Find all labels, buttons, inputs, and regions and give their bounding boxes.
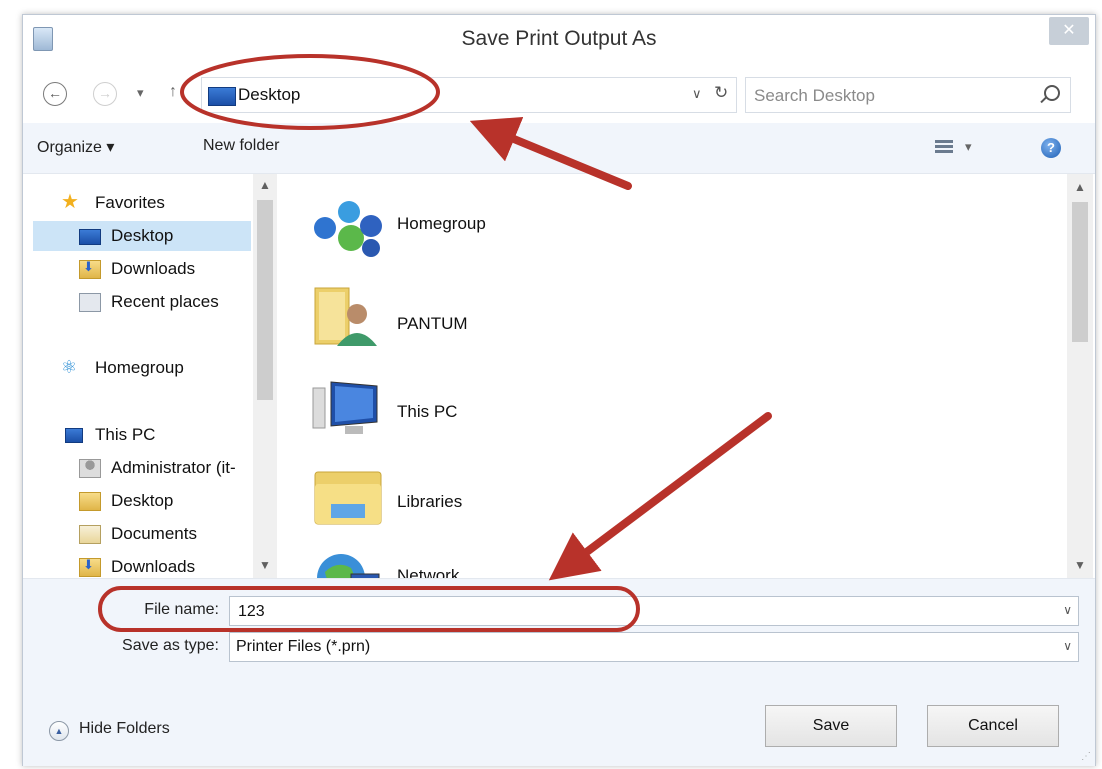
chevron-down-icon[interactable]: ∨ [1063,603,1072,617]
sidebar-item-label: Desktop [111,226,174,245]
command-toolbar: Organize ▾ New folder ▾ ? [23,123,1095,174]
save-dialog: Save Print Output As ✕ ← → ▾ ↑ Desktop ∨… [22,14,1096,766]
homegroup-icon: ⚛ [61,357,78,377]
file-list: Homegroup PANTUM This PC Libraries Netwo… [281,174,1067,578]
search-icon[interactable] [1044,85,1060,101]
sidebar-item-favorites[interactable]: ★ Favorites [61,188,251,218]
window-title: Save Print Output As [461,27,657,50]
view-dropdown-button[interactable]: ▾ [965,139,972,155]
search-input[interactable] [752,82,1026,110]
hide-folders-button[interactable]: ▲ Hide Folders [49,720,170,741]
sidebar-item-homegroup[interactable]: ⚛ Homegroup [61,353,251,383]
sidebar-item-documents[interactable]: Documents [79,519,251,549]
sidebar-item-administrator[interactable]: Administrator (it- [79,453,251,483]
sidebar-item-label: Documents [111,524,197,543]
file-name: PANTUM [397,314,468,333]
file-name-combobox[interactable]: ∨ [229,596,1079,626]
resize-grip-icon[interactable]: ⋰ [1081,751,1091,762]
homegroup-icon [314,201,382,257]
file-name: Network [397,566,460,578]
sidebar-item-this-pc[interactable]: This PC [61,420,251,450]
file-name: Libraries [397,492,463,511]
save-button[interactable]: Save [765,705,897,747]
desktop-icon [79,229,101,245]
network-icon [317,554,380,578]
star-icon: ★ [61,191,79,213]
list-item[interactable]: Network [311,544,711,578]
sidebar-item-label: Downloads [111,557,196,576]
save-as-type-select[interactable]: Printer Files (*.prn) ∨ [229,632,1079,662]
forward-button[interactable]: → [93,82,117,106]
save-as-type-value: Printer Files (*.prn) [236,638,371,655]
sidebar-item-desktop[interactable]: Desktop [33,221,251,251]
scrollbar-thumb[interactable] [257,200,273,400]
documents-icon [79,525,101,544]
downloads-folder-icon [79,259,101,279]
new-folder-button[interactable]: New folder [203,137,279,155]
list-item[interactable]: PANTUM [311,276,711,356]
sidebar-item-label: Desktop [111,491,174,510]
computer-icon [65,428,83,443]
sidebar-item-downloads[interactable]: Downloads [79,254,251,284]
back-button[interactable]: ← [43,82,67,106]
up-button[interactable]: ↑ [169,83,177,101]
search-box[interactable] [745,77,1071,113]
file-name-label: File name: [144,601,219,618]
sidebar-item-label: Recent places [111,292,219,311]
sidebar-item-label: Favorites [95,193,165,212]
collapse-up-icon: ▲ [49,721,69,741]
navigation-scrollbar[interactable]: ▲ ▼ [253,174,277,578]
scroll-down-arrow-icon[interactable]: ▼ [1074,558,1086,572]
address-bar[interactable]: Desktop ∨ ↻ [201,77,737,113]
scrollbar-thumb[interactable] [1072,202,1088,342]
organize-button[interactable]: Organize ▾ [37,137,114,157]
scroll-down-arrow-icon[interactable]: ▼ [259,558,271,572]
list-item[interactable]: Libraries [311,456,711,536]
chevron-down-icon[interactable]: ∨ [1063,639,1072,653]
list-item[interactable]: This PC [311,366,711,446]
refresh-button[interactable]: ↻ [714,83,728,103]
recent-locations-dropdown[interactable]: ▾ [137,85,144,101]
file-name: Homegroup [397,214,486,233]
file-name-input[interactable] [236,600,1040,624]
user-folder-icon [314,287,377,346]
content-scrollbar[interactable]: ▲ ▼ [1067,174,1093,578]
help-icon[interactable]: ? [1041,138,1061,158]
navigation-bar: ← → ▾ ↑ Desktop ∨ ↻ [23,73,1095,119]
desktop-icon [208,87,236,106]
file-name: This PC [397,402,458,421]
downloads-folder-icon [79,557,101,577]
sidebar-item-label: Downloads [111,259,196,278]
libraries-icon [314,471,382,525]
computer-icon [312,381,378,434]
sidebar-item-label: This PC [95,425,156,444]
list-item[interactable]: Homegroup [311,188,711,268]
view-options-icon[interactable] [935,138,953,156]
title-bar: Save Print Output As ✕ [23,15,1095,63]
sidebar-item-pc-desktop[interactable]: Desktop [79,486,251,516]
sidebar-item-pc-downloads[interactable]: Downloads [79,552,251,578]
address-dropdown-button[interactable]: ∨ [692,86,702,102]
sidebar-item-recent-places[interactable]: Recent places [79,287,251,317]
address-text: Desktop [238,85,301,104]
sidebar-item-label: Administrator (it- [111,458,236,477]
user-icon [79,459,101,478]
sidebar-item-label: Homegroup [95,358,184,377]
close-button[interactable]: ✕ [1049,17,1089,45]
scroll-up-arrow-icon[interactable]: ▲ [1074,180,1086,194]
hide-folders-label: Hide Folders [79,720,170,737]
navigation-pane: ★ Favorites Desktop Downloads Recent pla… [23,174,279,578]
cancel-button[interactable]: Cancel [927,705,1059,747]
recent-places-icon [79,293,101,312]
folder-icon [79,492,101,511]
save-as-type-label: Save as type: [122,637,219,654]
scroll-up-arrow-icon[interactable]: ▲ [259,178,271,192]
save-options-panel: File name: ∨ Save as type: Printer Files… [23,578,1095,766]
